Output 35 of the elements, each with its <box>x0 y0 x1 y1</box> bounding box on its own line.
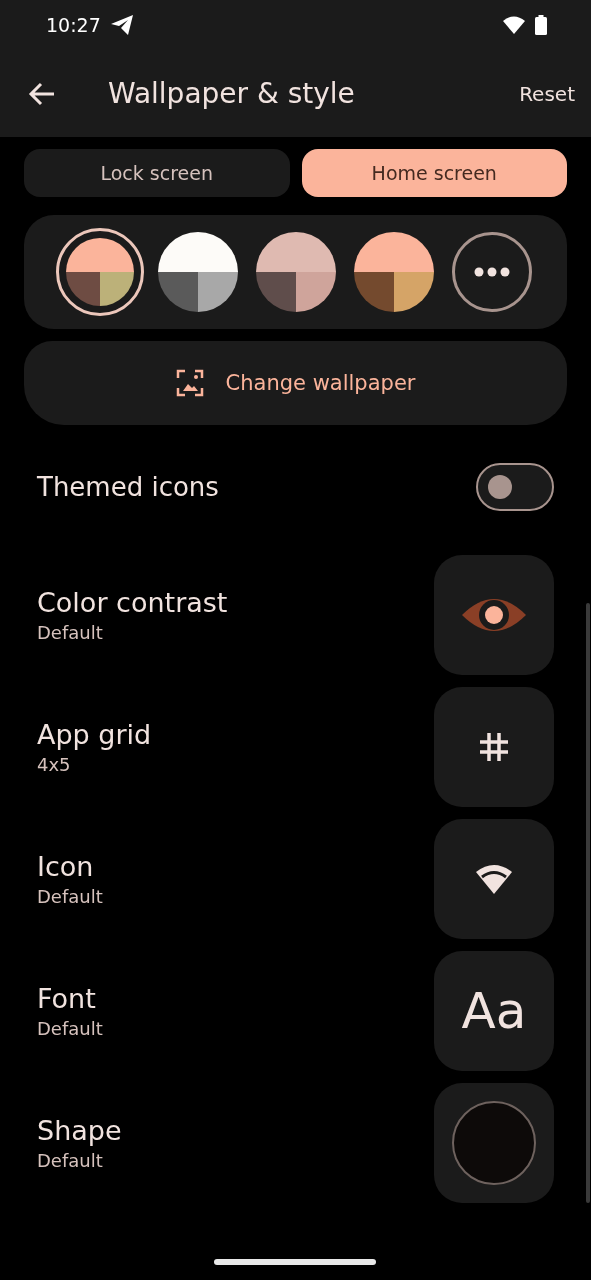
reset-button[interactable]: Reset <box>515 77 579 110</box>
color-palette-option[interactable] <box>55 228 144 316</box>
page-title: Wallpaper & style <box>108 77 356 110</box>
option-value: Default <box>37 622 104 643</box>
option-tile[interactable] <box>434 687 554 807</box>
change-wallpaper-button[interactable]: Change wallpaper <box>24 341 567 425</box>
battery-icon <box>535 15 547 35</box>
grid-icon <box>478 731 510 763</box>
themed-icons-switch[interactable] <box>476 463 554 511</box>
more-icon <box>473 267 510 277</box>
option-title: Color contrast <box>37 587 229 618</box>
option-tile[interactable]: Aa <box>434 951 554 1071</box>
option-title: Shape <box>37 1115 123 1146</box>
themed-icons-label: Themed icons <box>37 472 220 502</box>
screen-tab[interactable]: Lock screen <box>24 149 290 197</box>
screen-tab[interactable]: Home screen <box>301 149 567 197</box>
wifi-icon <box>476 864 512 894</box>
option-tile[interactable] <box>434 555 554 675</box>
circle-icon <box>451 1100 537 1186</box>
option-tile[interactable] <box>434 1083 554 1203</box>
option-tile[interactable] <box>434 819 554 939</box>
option-value: Default <box>37 1150 104 1171</box>
option-value: Default <box>37 1018 104 1039</box>
option-value: Default <box>37 886 104 907</box>
option-title: Icon <box>37 851 95 882</box>
image-icon <box>175 369 204 397</box>
option-title: Font <box>37 983 97 1014</box>
status-time: 10:27 <box>46 14 101 36</box>
wifi-icon <box>503 16 525 34</box>
gesture-handle[interactable] <box>214 1259 376 1265</box>
send-icon <box>110 15 133 35</box>
option-title: App grid <box>37 719 153 750</box>
font-preview: Aa <box>461 982 527 1040</box>
more-button[interactable] <box>451 232 532 312</box>
option-value: 4x5 <box>37 754 72 775</box>
